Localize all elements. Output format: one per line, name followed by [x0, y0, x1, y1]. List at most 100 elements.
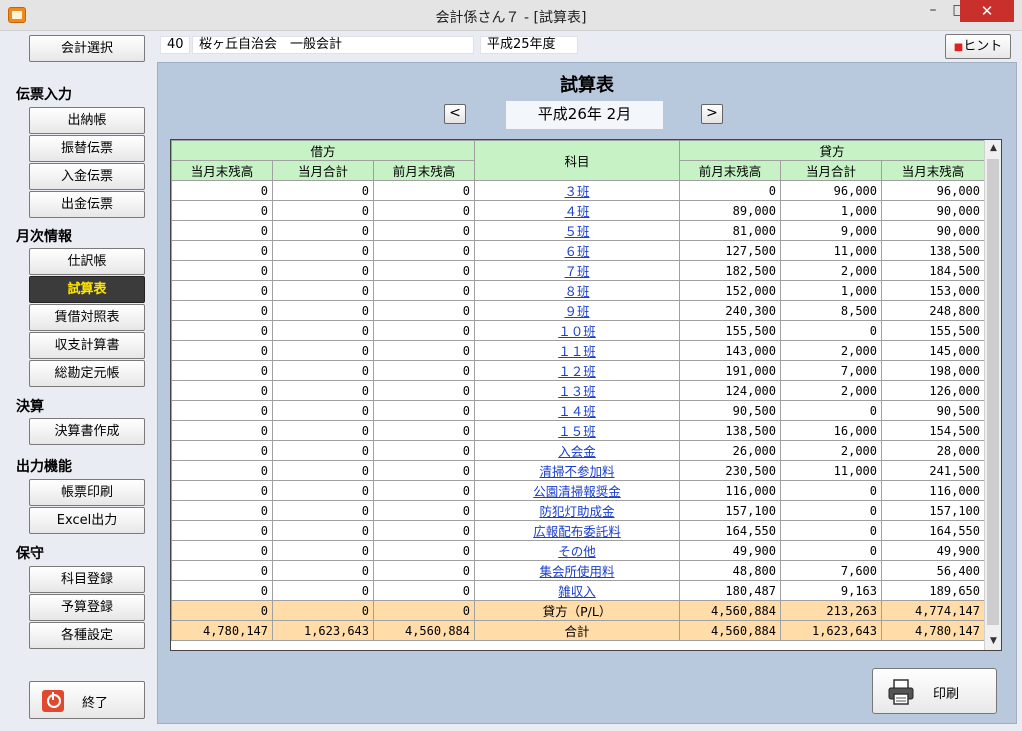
general-ledger-button[interactable]: 総勘定元帳	[29, 360, 145, 387]
trial-balance-grid: 借方 科目 貸方 当月末残高 当月合計 前月末残高 前月末残高 当月合計 当月末…	[171, 140, 985, 641]
account-link[interactable]: １０班	[558, 324, 596, 339]
account-cell: ６班	[474, 240, 680, 261]
balance-sheet-button[interactable]: 賃借対照表	[29, 304, 145, 331]
account-cell: 入会金	[474, 440, 680, 461]
debit-cur-total-cell: 0	[272, 400, 374, 421]
excel-output-button[interactable]: Excel出力	[29, 507, 145, 534]
credit-cur-total-cell: 0	[780, 500, 882, 521]
account-link[interactable]: ４班	[564, 204, 589, 219]
credit-cur-balance-cell: 154,500	[881, 420, 985, 441]
account-link[interactable]: １２班	[558, 364, 596, 379]
trial-balance-button[interactable]: 試算表	[29, 276, 145, 303]
credit-cur-total-cell: 16,000	[780, 420, 882, 441]
account-link[interactable]: ９班	[564, 304, 589, 319]
settings-button[interactable]: 各種設定	[29, 622, 145, 649]
budget-register-button[interactable]: 予算登録	[29, 594, 145, 621]
debit-cur-balance-cell: 0	[171, 500, 273, 521]
debit-prev-balance-cell: 0	[373, 360, 475, 381]
credit-cur-balance-cell: 90,000	[881, 220, 985, 241]
print-forms-button[interactable]: 帳票印刷	[29, 479, 145, 506]
account-link[interactable]: ７班	[564, 264, 589, 279]
debit-cur-balance-cell: 0	[171, 320, 273, 341]
account-link[interactable]: 雑収入	[558, 584, 596, 599]
credit-prev-balance-cell: 0	[679, 180, 781, 201]
account-link[interactable]: ５班	[564, 224, 589, 239]
account-link[interactable]: 防犯灯助成金	[539, 504, 614, 519]
debit-cur-balance-cell: 0	[171, 280, 273, 301]
account-cell: １２班	[474, 360, 680, 381]
debit-prev-balance-cell: 0	[373, 460, 475, 481]
credit-cur-total-cell: 1,000	[780, 200, 882, 221]
withdrawal-voucher-button[interactable]: 出金伝票	[29, 191, 145, 218]
account-link[interactable]: ６班	[564, 244, 589, 259]
account-link[interactable]: １５班	[558, 424, 596, 439]
account-cell: 雑収入	[474, 580, 680, 601]
account-link[interactable]: 公園清掃報奨金	[533, 484, 621, 499]
account-link[interactable]: 入会金	[558, 444, 596, 459]
table-row: 0 0 0 １５班 138,500 16,000 154,500	[171, 420, 985, 441]
vertical-scrollbar[interactable]: ▲ ▼	[984, 140, 1001, 650]
account-cell: １１班	[474, 340, 680, 361]
cashbook-button[interactable]: 出納帳	[29, 107, 145, 134]
account-link[interactable]: ３班	[564, 184, 589, 199]
debit-prev-balance-cell: 0	[373, 440, 475, 461]
debit-cur-total-cell: 0	[272, 180, 374, 201]
close-button[interactable]: ✕	[960, 0, 1014, 22]
table-row: 0 0 0 １４班 90,500 0 90,500	[171, 400, 985, 421]
debit-cur-balance-cell: 0	[171, 340, 273, 361]
scroll-down-icon[interactable]: ▼	[985, 633, 1001, 650]
hint-icon: ■	[953, 42, 964, 53]
exit-button[interactable]: 終了	[29, 681, 145, 719]
credit-cur-balance-cell: 49,900	[881, 540, 985, 561]
deposit-voucher-button[interactable]: 入金伝票	[29, 163, 145, 190]
credit-cur-total-cell: 0	[780, 520, 882, 541]
table-row: 0 0 0 入会金 26,000 2,000 28,000	[171, 440, 985, 461]
account-link[interactable]: １４班	[558, 404, 596, 419]
next-month-button[interactable]: >	[701, 104, 723, 124]
debit-cur-total-cell: 0	[272, 520, 374, 541]
credit-cur-total-cell: 7,600	[780, 560, 882, 581]
table-row: 0 0 0 ８班 152,000 1,000 153,000	[171, 280, 985, 301]
account-link[interactable]: １３班	[558, 384, 596, 399]
account-link[interactable]: １１班	[558, 344, 596, 359]
journal-button[interactable]: 仕訳帳	[29, 248, 145, 275]
credit-cur-balance-cell: 90,500	[881, 400, 985, 421]
print-button[interactable]: 印刷	[872, 668, 997, 714]
account-link[interactable]: ８班	[564, 284, 589, 299]
account-link[interactable]: 広報配布委託料	[533, 524, 621, 539]
make-report-button[interactable]: 決算書作成	[29, 418, 145, 445]
prev-month-button[interactable]: <	[444, 104, 466, 124]
income-statement-button[interactable]: 収支計算書	[29, 332, 145, 359]
credit-cur-total-header: 当月合計	[780, 160, 882, 181]
debit-cur-balance-cell: 0	[171, 460, 273, 481]
table-row: 0 0 0 その他 49,900 0 49,900	[171, 540, 985, 561]
hint-button[interactable]: ■ヒント	[945, 34, 1011, 59]
table-row: 0 0 0 １３班 124,000 2,000 126,000	[171, 380, 985, 401]
account-select-button[interactable]: 会計選択	[29, 35, 145, 62]
table-row: 0 0 0 公園清掃報奨金 116,000 0 116,000	[171, 480, 985, 501]
account-cell: 防犯灯助成金	[474, 500, 680, 521]
table-row: 0 0 0 １０班 155,500 0 155,500	[171, 320, 985, 341]
transfer-voucher-button[interactable]: 振替伝票	[29, 135, 145, 162]
account-cell: ８班	[474, 280, 680, 301]
section-output: 出力機能	[16, 459, 72, 475]
account-link[interactable]: 清掃不参加料	[539, 464, 614, 479]
table-row: 0 0 0 ７班 182,500 2,000 184,500	[171, 260, 985, 281]
account-register-button[interactable]: 科目登録	[29, 566, 145, 593]
account-link[interactable]: 集会所使用料	[539, 564, 614, 579]
debit-cur-total-cell: 0	[272, 340, 374, 361]
scroll-up-icon[interactable]: ▲	[985, 140, 1001, 157]
account-cell: １３班	[474, 380, 680, 401]
title-bar: 会計係さん７ - [試算表] – □ ✕	[0, 0, 1022, 31]
credit-header: 貸方	[679, 140, 985, 161]
debit-cur-balance-cell: 0	[171, 200, 273, 221]
debit-cur-balance-cell: 0	[171, 400, 273, 421]
credit-prev-balance-header: 前月末残高	[679, 160, 781, 181]
account-link[interactable]: その他	[558, 544, 596, 559]
table-row: 0 0 0 ５班 81,000 9,000 90,000	[171, 220, 985, 241]
scroll-thumb[interactable]	[987, 159, 999, 625]
credit-prev-balance-cell: 26,000	[679, 440, 781, 461]
debit-cur-total-cell: 0	[272, 500, 374, 521]
credit-cur-total-cell: 2,000	[780, 440, 882, 461]
debit-prev-balance-cell: 0	[373, 240, 475, 261]
